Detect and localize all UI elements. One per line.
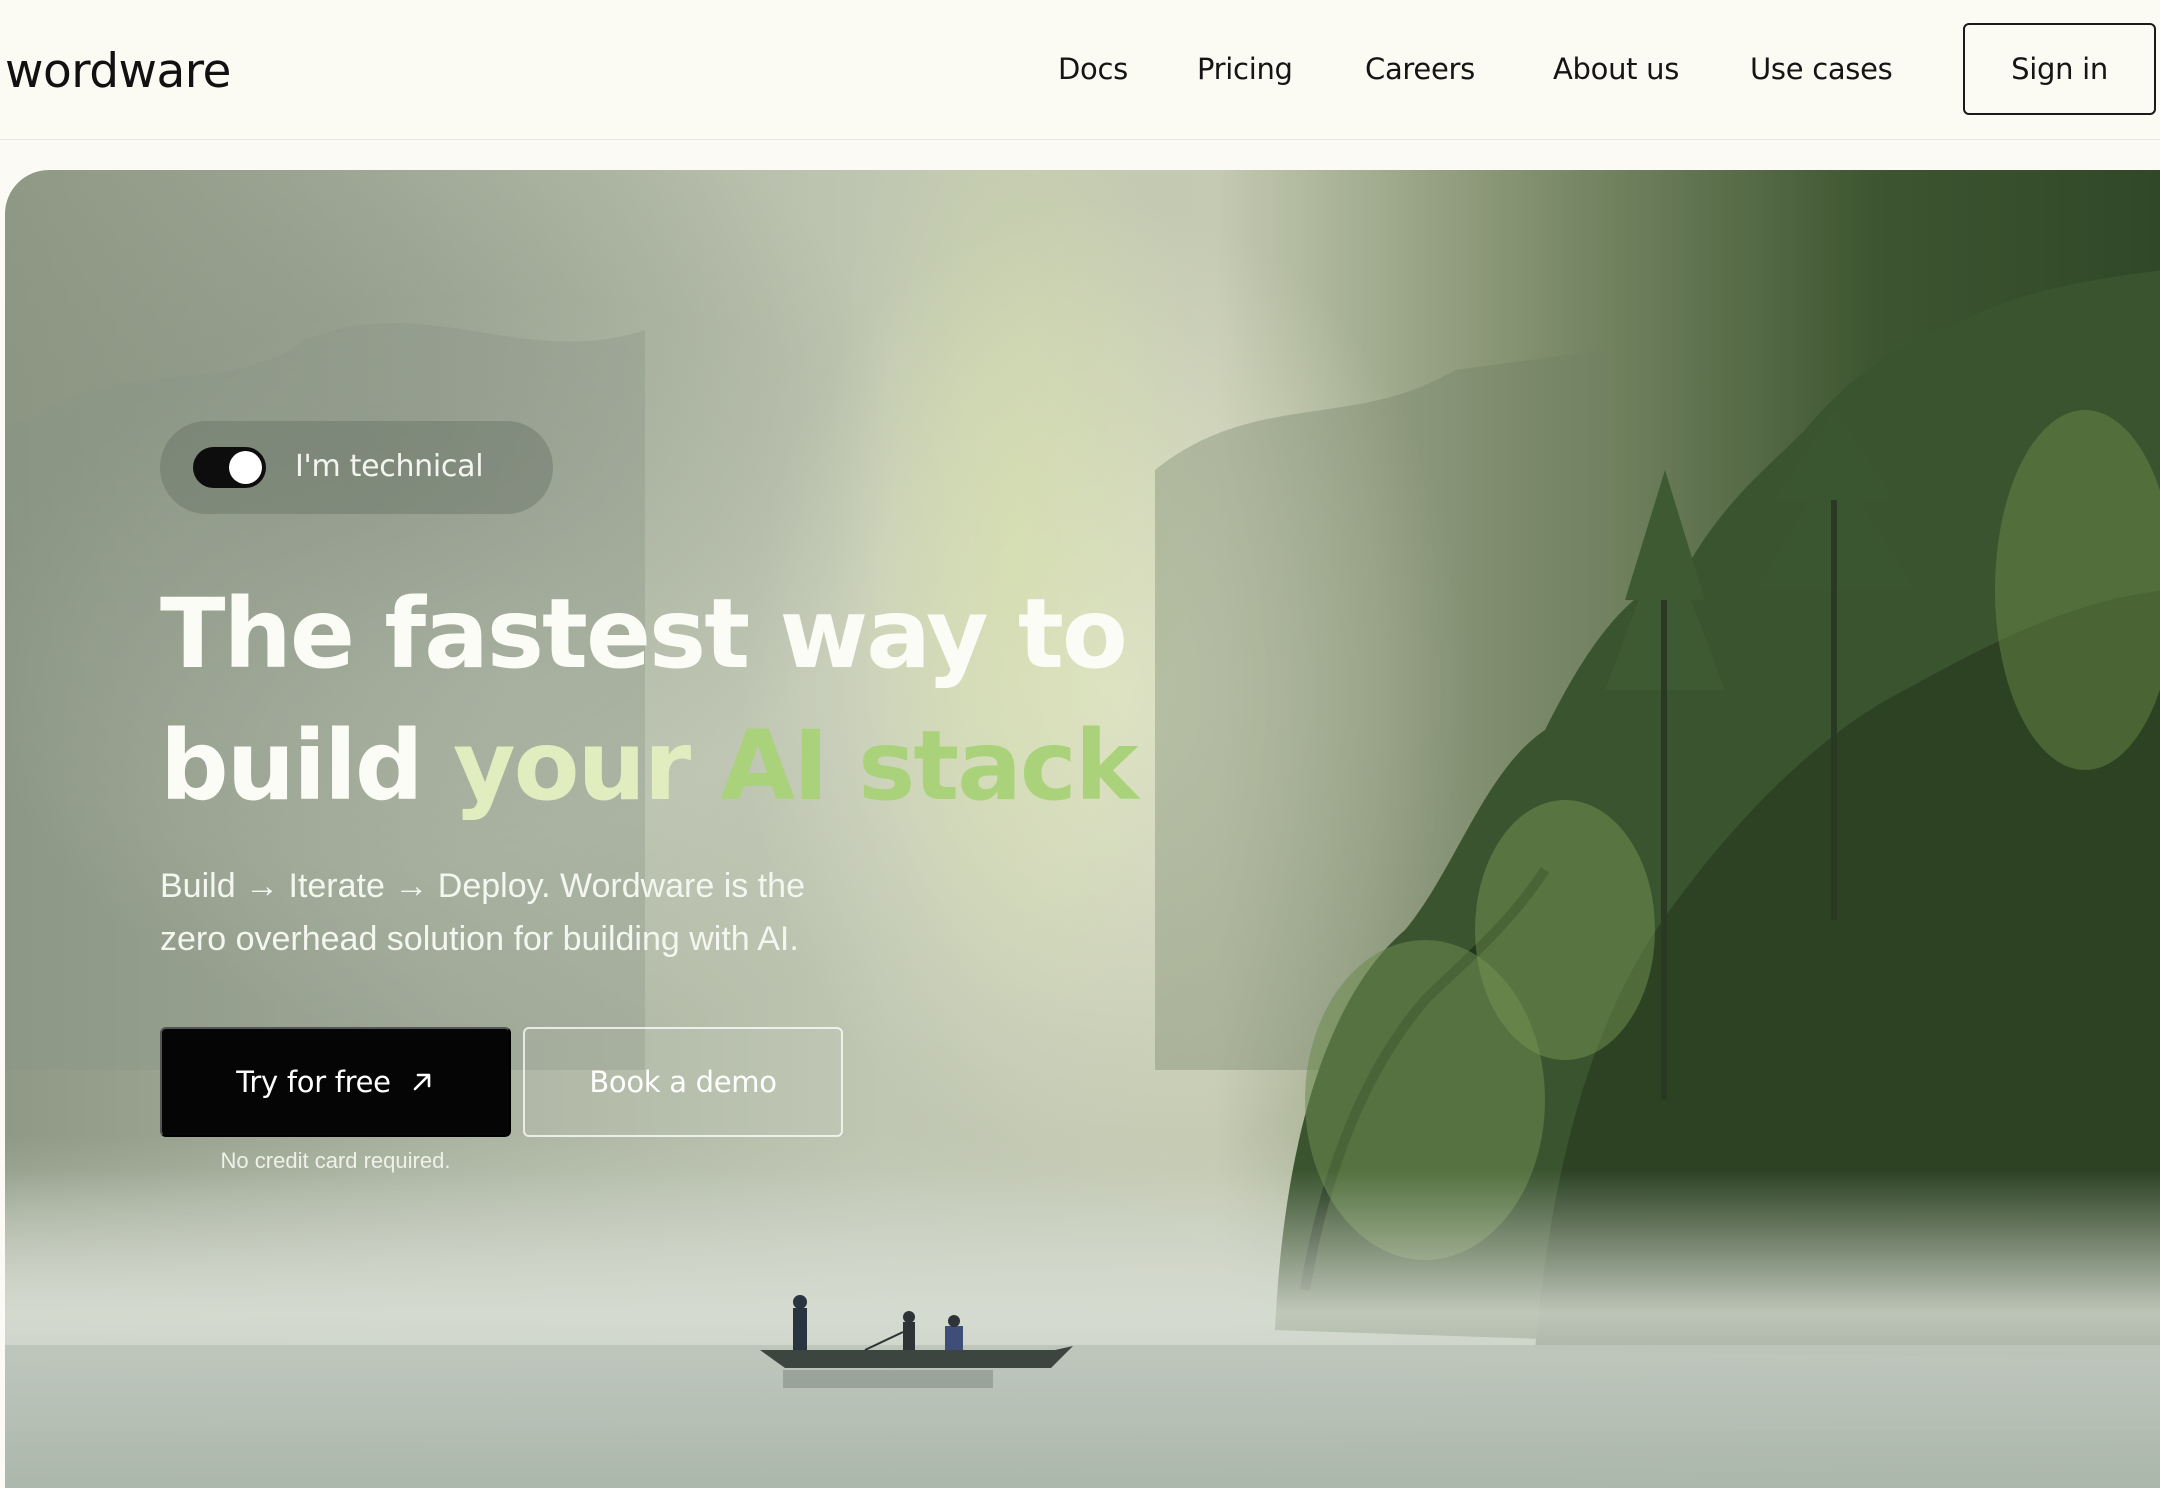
nav-careers[interactable]: Careers [1365,46,1475,92]
book-a-demo-button[interactable]: Book a demo [523,1027,843,1137]
nav-about-us[interactable]: About us [1553,46,1679,92]
hero-headline: The fastest way to build your AI stack [160,568,1260,832]
nav-use-cases[interactable]: Use cases [1750,46,1893,92]
technical-toggle[interactable]: I'm technical [160,421,553,514]
arrow-up-right-icon [413,1073,431,1091]
nav-pricing[interactable]: Pricing [1197,46,1293,92]
no-credit-card-note: No credit card required. [220,1148,451,1173]
toggle-knob [229,451,262,484]
hero-section: I'm technical The fastest way to build y… [5,170,2160,1488]
headline-accent-your: your [453,710,721,822]
landing-page: wordware Docs Pricing Careers About us U… [0,0,2160,1488]
try-for-free-label: Try for free [236,1065,391,1099]
site-header: wordware Docs Pricing Careers About us U… [0,0,2160,140]
headline-accent-ai-stack: AI stack [720,710,1139,822]
boat-with-fishermen-image [760,1295,1073,1388]
subtext-line-1: Build → Iterate → Deploy. Wordware is th… [160,867,806,905]
nav-docs[interactable]: Docs [1058,46,1128,92]
toggle-switch[interactable] [193,447,266,488]
try-for-free-button[interactable]: Try for free [160,1027,511,1137]
headline-line-1: The fastest way to [160,578,1128,690]
hero-subtext: Build → Iterate → Deploy. Wordware is th… [160,860,900,966]
wordware-logo[interactable]: wordware [5,42,231,102]
sign-in-button[interactable]: Sign in [1963,23,2156,115]
subtext-line-2: zero overhead solution for building with… [160,920,799,958]
headline-line-2: build your AI stack [160,700,1260,832]
headline-build: build [160,710,454,822]
toggle-label: I'm technical [295,449,484,484]
